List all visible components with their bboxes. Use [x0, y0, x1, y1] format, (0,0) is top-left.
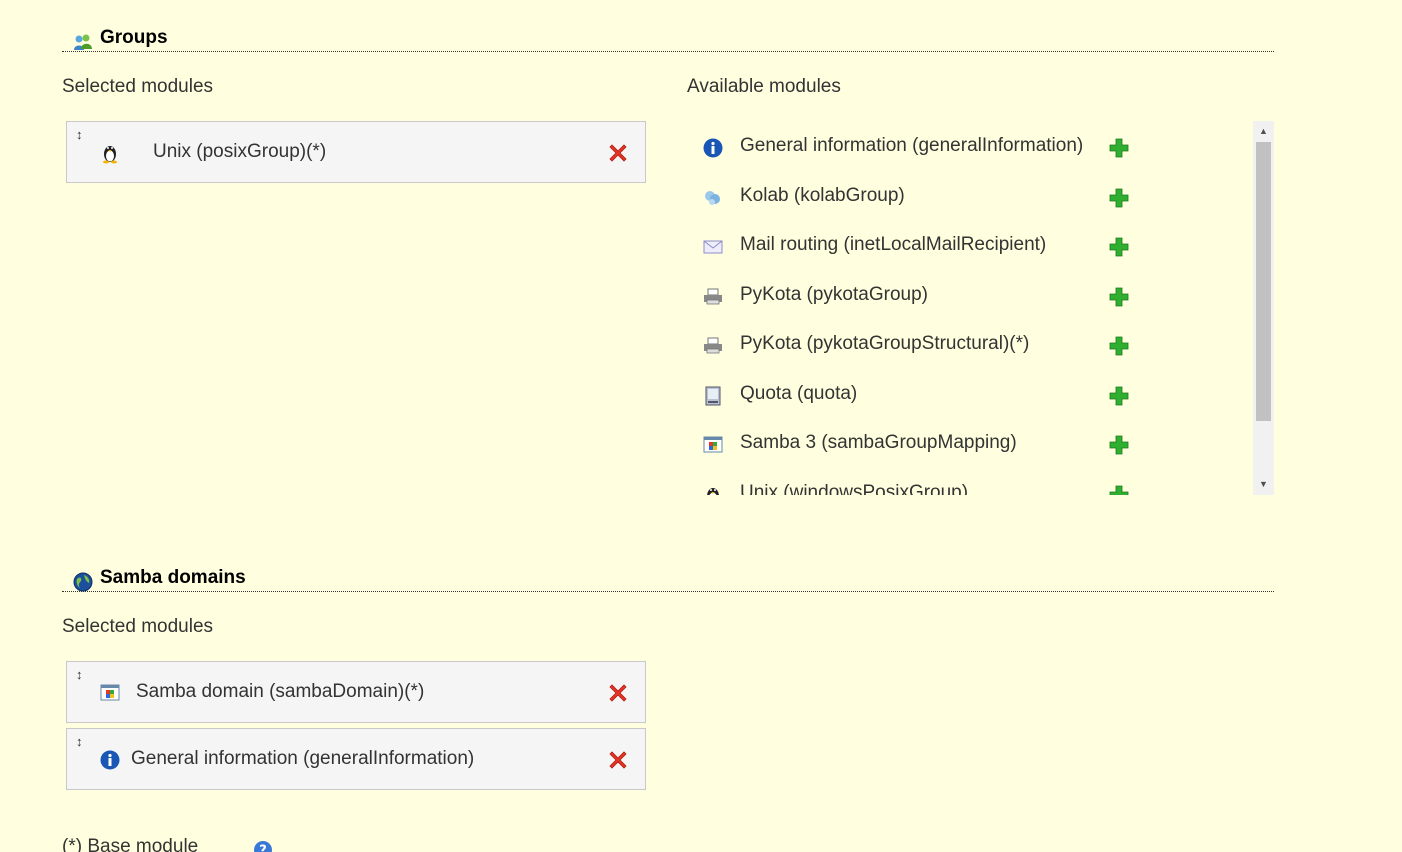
module-label: Kolab (kolabGroup): [740, 185, 905, 206]
add-icon[interactable]: [1108, 187, 1130, 209]
scroll-down-arrow-icon[interactable]: ▼: [1253, 476, 1274, 493]
available-module-row: Mail routing (inetLocalMailRecipient): [687, 231, 1247, 261]
kolab-icon: [705, 191, 720, 205]
available-modules-scrollbar[interactable]: ▲ ▼: [1253, 121, 1274, 495]
samba-domains-section-header: Samba domains: [62, 564, 1274, 592]
scroll-up-arrow-icon[interactable]: ▲: [1253, 123, 1274, 140]
available-module-row: Samba 3 (sambaGroupMapping): [687, 429, 1247, 459]
add-icon[interactable]: [1108, 236, 1130, 258]
remove-icon[interactable]: [607, 682, 629, 704]
groups-selected-label: Selected modules: [62, 76, 214, 97]
groups-section-header: Groups: [62, 24, 1274, 52]
printer-icon: [704, 337, 722, 354]
drag-handle-icon[interactable]: ↕: [76, 668, 83, 681]
drag-handle-icon[interactable]: ↕: [76, 128, 83, 141]
selected-module-unix-posixgroup[interactable]: ↕ Unix (posixGroup)(*): [66, 121, 646, 183]
samba-selected-label: Selected modules: [62, 616, 214, 637]
samba-icon: [703, 436, 723, 453]
remove-icon[interactable]: [607, 749, 629, 771]
module-label: Unix (windowsPosixGroup): [740, 482, 969, 495]
mail-icon: [703, 240, 723, 254]
base-module-note: (*) Base module: [62, 836, 199, 852]
groups-available-label: Available modules: [687, 76, 841, 97]
add-icon[interactable]: [1108, 137, 1130, 159]
info-icon: [100, 750, 120, 770]
available-module-row: General information (generalInformation): [687, 132, 1247, 162]
available-module-row: Quota (quota): [687, 380, 1247, 410]
drag-handle-icon[interactable]: ↕: [76, 735, 83, 748]
svg-text:?: ?: [259, 844, 267, 852]
globe-icon: [73, 572, 93, 592]
remove-icon[interactable]: [607, 142, 629, 164]
module-label: PyKota (pykotaGroupStructural)(*): [740, 333, 1030, 354]
samba-domains-title: Samba domains: [100, 567, 246, 588]
tux-icon: [707, 488, 719, 495]
module-label: Unix (posixGroup)(*): [153, 141, 327, 162]
available-modules-list[interactable]: General information (generalInformation)…: [687, 121, 1274, 495]
available-module-row: PyKota (pykotaGroupStructural)(*): [687, 330, 1247, 360]
selected-module-general-information[interactable]: ↕ General information (generalInformatio…: [66, 728, 646, 790]
info-icon: [703, 138, 723, 158]
samba-icon: [100, 684, 120, 701]
printer-icon: [704, 288, 722, 305]
module-selection-page: Groups Selected modules Available module…: [0, 0, 1402, 852]
module-label: General information (generalInformation): [131, 748, 475, 769]
module-label: General information (generalInformation): [740, 135, 1084, 156]
module-label: PyKota (pykotaGroup): [740, 284, 928, 305]
add-icon[interactable]: [1108, 385, 1130, 407]
add-icon[interactable]: [1108, 484, 1130, 495]
module-label: Samba domain (sambaDomain)(*): [136, 681, 425, 702]
help-icon[interactable]: ?: [253, 840, 273, 852]
add-icon[interactable]: [1108, 286, 1130, 308]
available-module-row: Unix (windowsPosixGroup): [687, 479, 1247, 495]
quota-icon: [705, 386, 721, 406]
group-icon: [74, 34, 92, 50]
tux-icon: [103, 146, 117, 164]
groups-title: Groups: [100, 27, 168, 48]
add-icon[interactable]: [1108, 434, 1130, 456]
selected-module-samba-domain[interactable]: ↕ Samba domain (sambaDomain)(*): [66, 661, 646, 723]
add-icon[interactable]: [1108, 335, 1130, 357]
scrollbar-thumb[interactable]: [1256, 142, 1271, 421]
available-module-row: PyKota (pykotaGroup): [687, 281, 1247, 311]
module-label: Mail routing (inetLocalMailRecipient): [740, 234, 1047, 255]
available-module-row: Kolab (kolabGroup): [687, 182, 1247, 212]
module-label: Samba 3 (sambaGroupMapping): [740, 432, 1017, 453]
module-label: Quota (quota): [740, 383, 858, 404]
